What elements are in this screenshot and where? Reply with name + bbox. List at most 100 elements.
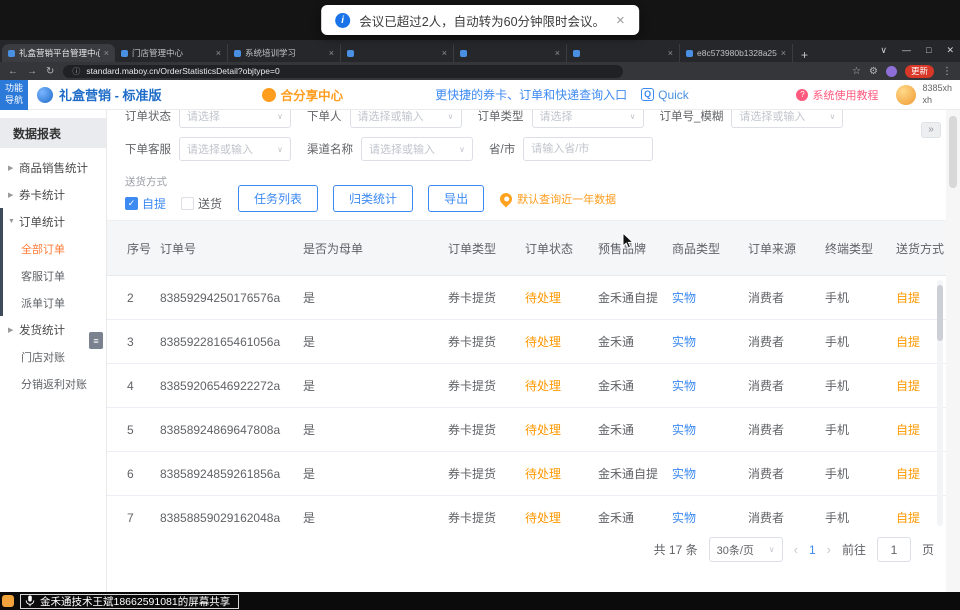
checkbox-label: 送货: [198, 195, 222, 212]
table-row[interactable]: 483859206546922272a是券卡提货待处理金禾通实物消费者手机自提: [107, 364, 946, 408]
filter-select[interactable]: 请选择或输入 ∨: [361, 137, 473, 161]
site-info-icon[interactable]: ⓘ: [72, 66, 80, 77]
page-scrollbar-thumb[interactable]: [949, 116, 957, 188]
tab-close-icon[interactable]: ×: [781, 48, 786, 58]
nav-toggle[interactable]: 功能导航: [0, 80, 28, 110]
table-row[interactable]: 783858859029162048a是券卡提货待处理金禾通实物消费者手机自提: [107, 496, 946, 528]
next-page-button[interactable]: ›: [827, 542, 831, 557]
delivery-checkbox[interactable]: 送货: [181, 195, 222, 212]
tutorial-icon: ?: [796, 89, 808, 101]
profile-avatar[interactable]: [886, 66, 897, 77]
cell-status: 待处理: [525, 289, 598, 306]
sidebar-item[interactable]: ▼订单统计: [0, 208, 106, 235]
browser-tab[interactable]: ×: [341, 44, 454, 62]
address-bar[interactable]: ⓘ standard.maboy.cn/OrderStatisticsDetai…: [63, 65, 623, 78]
sidebar-item[interactable]: 分销返利对账: [0, 370, 106, 397]
column-header: 订单来源: [748, 240, 825, 257]
browser-tab[interactable]: 礼盒营销平台管理中心×: [2, 44, 115, 62]
table-body: 283859294250176576a是券卡提货待处理金禾通自提实物消费者手机自…: [107, 276, 946, 528]
tab-close-icon[interactable]: ×: [668, 48, 673, 58]
cell-terminal: 手机: [825, 465, 896, 482]
close-window-button[interactable]: ✕: [946, 45, 954, 56]
tab-close-icon[interactable]: ×: [216, 48, 221, 58]
table-scrollbar-thumb[interactable]: [937, 285, 943, 341]
column-header: 商品类型: [672, 240, 748, 257]
taskbar-app-icon: [2, 595, 14, 607]
menu-kebab-icon[interactable]: ⋮: [942, 66, 952, 77]
table-row[interactable]: 583858924869647808a是券卡提货待处理金禾通实物消费者手机自提: [107, 408, 946, 452]
browser-tab-strip: 礼盒营销平台管理中心×门店管理中心×系统培训学习××××e8c573980b13…: [0, 40, 960, 62]
tab-search-icon[interactable]: ∨: [880, 45, 887, 56]
quick-search-link[interactable]: Q Quick: [641, 88, 689, 102]
browser-tab[interactable]: 系统培训学习×: [228, 44, 341, 62]
sidebar-item[interactable]: ▶商品销售统计: [0, 154, 106, 181]
filter-select[interactable]: 请选择或输入∨: [179, 137, 291, 161]
filter-label: 下单客服: [125, 141, 171, 157]
quick-entry-link[interactable]: 更快捷的券卡、订单和快递查询入口: [435, 86, 627, 103]
cell-brand: 金禾通: [598, 421, 672, 438]
update-button[interactable]: 更新: [905, 65, 934, 78]
tutorial-link[interactable]: ? 系统使用教程: [796, 87, 878, 103]
sidebar-item[interactable]: 客服订单: [0, 262, 106, 289]
forward-icon[interactable]: →: [27, 66, 37, 77]
filter-select[interactable]: 请选择或输入∨: [731, 110, 843, 128]
sidebar-item[interactable]: ▶券卡统计: [0, 181, 106, 208]
action-button[interactable]: 归类统计: [333, 185, 413, 212]
cell-goods_type[interactable]: 实物: [672, 421, 748, 438]
filter-select[interactable]: 请选择∨: [532, 110, 644, 128]
goto-page-input[interactable]: [877, 537, 911, 562]
action-button[interactable]: 任务列表: [238, 185, 318, 212]
new-tab-button[interactable]: +: [801, 48, 808, 62]
maximize-button[interactable]: □: [926, 45, 931, 55]
cell-goods_type[interactable]: 实物: [672, 377, 748, 394]
tab-close-icon[interactable]: ×: [104, 48, 109, 58]
tip-pin-icon: [498, 191, 515, 208]
cell-is_parent: 是: [303, 333, 448, 350]
cell-idx: 7: [127, 511, 160, 525]
delivery-checkbox[interactable]: ✓自提: [125, 195, 166, 212]
sidebar-item[interactable]: 全部订单: [0, 235, 106, 262]
collapse-filters-button[interactable]: »: [921, 122, 941, 138]
main-content: 订单状态请选择∨下单人请选择或输入∨订单类型请选择∨订单号_模糊请选择或输入∨ …: [107, 110, 960, 592]
prev-page-button[interactable]: ‹: [794, 542, 798, 557]
browser-tab[interactable]: e8c573980b1328a258fd2e6il×: [680, 44, 793, 62]
cell-goods_type[interactable]: 实物: [672, 509, 748, 526]
browser-tab[interactable]: 门店管理中心×: [115, 44, 228, 62]
tab-close-icon[interactable]: ×: [442, 48, 447, 58]
share-center-link[interactable]: 合分享中心: [262, 85, 344, 104]
reload-icon[interactable]: ↻: [46, 66, 54, 77]
page-size-select[interactable]: 30条/页 ∨: [709, 537, 783, 562]
browser-tab[interactable]: ×: [454, 44, 567, 62]
filter-select[interactable]: 请选择或输入∨: [350, 110, 462, 128]
back-icon[interactable]: ←: [8, 66, 18, 77]
current-page[interactable]: 1: [809, 543, 816, 557]
filter-input[interactable]: [523, 137, 653, 161]
chevron-down-icon: ∨: [459, 145, 465, 154]
microphone-icon: [25, 595, 35, 607]
share-center-label: 合分享中心: [281, 85, 344, 104]
user-avatar[interactable]: [896, 85, 916, 105]
sidebar-item[interactable]: 派单订单: [0, 289, 106, 316]
browser-tab[interactable]: ×: [567, 44, 680, 62]
filter-select-value: 请选择或输入: [358, 110, 424, 124]
action-button[interactable]: 导出: [428, 185, 484, 212]
checkbox-checked-icon: ✓: [125, 197, 138, 210]
cell-goods_type[interactable]: 实物: [672, 465, 748, 482]
table-row[interactable]: 683858924859261856a是券卡提货待处理金禾通自提实物消费者手机自…: [107, 452, 946, 496]
tab-close-icon[interactable]: ×: [555, 48, 560, 58]
cell-goods_type[interactable]: 实物: [672, 289, 748, 306]
sidebar-collapse-handle[interactable]: ≡: [89, 332, 103, 349]
bookmark-star-icon[interactable]: ☆: [852, 66, 861, 77]
filter-select[interactable]: 请选择∨: [179, 110, 291, 128]
table-row[interactable]: 283859294250176576a是券卡提货待处理金禾通自提实物消费者手机自…: [107, 276, 946, 320]
cell-goods_type[interactable]: 实物: [672, 333, 748, 350]
filter-select-value: 请选择或输入: [369, 141, 435, 157]
minimize-button[interactable]: —: [902, 45, 911, 55]
table-row[interactable]: 383859228165461056a是券卡提货待处理金禾通实物消费者手机自提: [107, 320, 946, 364]
tab-favicon-icon: [460, 50, 467, 57]
cell-status: 待处理: [525, 509, 598, 526]
toast-close-icon[interactable]: ×: [616, 12, 625, 29]
extensions-icon[interactable]: ⚙: [869, 66, 878, 77]
tab-close-icon[interactable]: ×: [329, 48, 334, 58]
sidebar-item-label: 门店对账: [21, 349, 65, 365]
